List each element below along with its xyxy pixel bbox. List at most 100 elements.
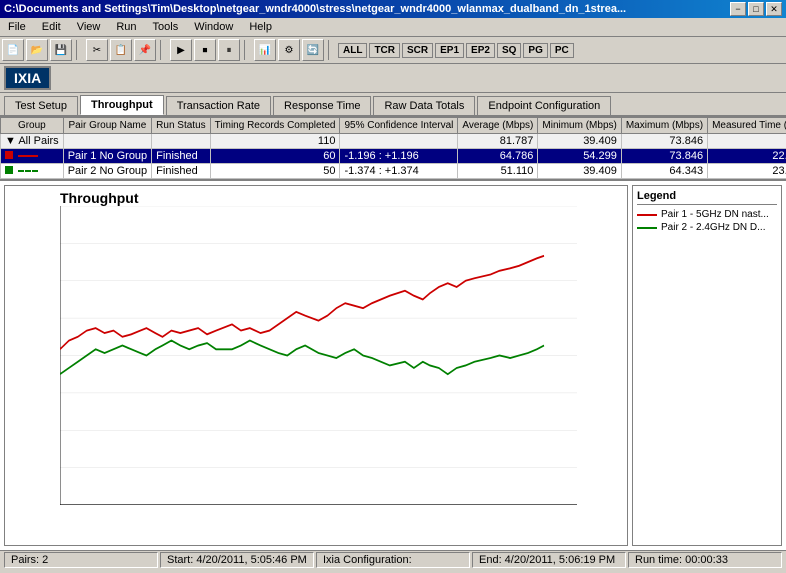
legend-item-pair1: Pair 1 - 5GHz DN nast...: [637, 209, 777, 220]
pair2-minimum: 39.409: [538, 164, 621, 179]
col-average: Average (Mbps): [458, 118, 538, 134]
allpairs-records: 110: [210, 134, 340, 149]
tab-endpoint-config[interactable]: Endpoint Configuration: [477, 96, 611, 115]
results-table: Group Pair Group Name Run Status Timing …: [0, 117, 786, 179]
tb-settings[interactable]: ⚙: [278, 39, 300, 61]
menu-file[interactable]: File: [4, 20, 30, 34]
tb-paste[interactable]: 📌: [134, 39, 156, 61]
toolbar-pg-label[interactable]: PG: [523, 43, 547, 58]
tb-cut[interactable]: ✂: [86, 39, 108, 61]
maximize-button[interactable]: □: [748, 2, 764, 16]
menu-tools[interactable]: Tools: [149, 20, 183, 34]
pair1-confidence: -1.196 : +1.196: [340, 149, 458, 164]
pair1-line: [60, 256, 544, 349]
expand-icon[interactable]: ▼: [5, 135, 16, 147]
tb-save[interactable]: 💾: [50, 39, 72, 61]
allpairs-pair-group: [63, 134, 151, 149]
status-pairs: Pairs: 2: [4, 552, 158, 568]
pair1-average: 64.786: [458, 149, 538, 164]
toolbar-tcr-label[interactable]: TCR: [369, 43, 400, 58]
tb-run[interactable]: ▶: [170, 39, 192, 61]
col-maximum: Maximum (Mbps): [621, 118, 707, 134]
toolbar-pc-label[interactable]: PC: [550, 43, 574, 58]
pair2-line: [60, 341, 544, 375]
pair1-minimum: 54.299: [538, 149, 621, 164]
menu-view[interactable]: View: [73, 20, 105, 34]
legend-panel: Legend Pair 1 - 5GHz DN nast... Pair 2 -…: [632, 185, 782, 546]
toolbar-scr-label[interactable]: SCR: [402, 43, 433, 58]
menu-window[interactable]: Window: [190, 20, 237, 34]
legend-line-pair1: [637, 214, 657, 216]
menu-help[interactable]: Help: [245, 20, 276, 34]
allpairs-measured: [708, 134, 786, 149]
legend-label-pair1: Pair 1 - 5GHz DN nast...: [661, 209, 769, 220]
toolbar-sq-label[interactable]: SQ: [497, 43, 521, 58]
chart-area: Throughput 77.700 70.000 60.000 5: [4, 185, 628, 546]
minimize-button[interactable]: −: [730, 2, 746, 16]
col-records: Timing Records Completed: [210, 118, 340, 134]
pair1-status: Finished: [152, 149, 210, 164]
close-button[interactable]: ✕: [766, 2, 782, 16]
status-run-time: Run time: 00:00:33: [628, 552, 782, 568]
table-row-pair2[interactable]: Pair 2 No Group Finished 50 -1.374 : +1.…: [1, 164, 786, 179]
chart-svg: 77.700 70.000 60.000 50.000 40.000 30.00…: [60, 206, 577, 505]
tab-transaction-rate[interactable]: Transaction Rate: [166, 96, 271, 115]
allpairs-group: ▼ All Pairs: [1, 134, 64, 149]
pair2-records: 50: [210, 164, 340, 179]
tab-test-setup[interactable]: Test Setup: [4, 96, 78, 115]
pair2-status: Finished: [152, 164, 210, 179]
window-title: C:\Documents and Settings\Tim\Desktop\ne…: [4, 3, 626, 15]
toolbar-separator-2: [160, 40, 166, 60]
chart-title: Throughput: [60, 190, 139, 206]
toolbar-separator-4: [328, 40, 334, 60]
pair2-measured: 23.479: [708, 164, 786, 179]
status-start: Start: 4/20/2011, 5:05:46 PM: [160, 552, 314, 568]
status-end: End: 4/20/2011, 5:06:19 PM: [472, 552, 626, 568]
pair1-group: [1, 149, 64, 164]
allpairs-maximum: 73.846: [621, 134, 707, 149]
tb-new[interactable]: 📄: [2, 39, 24, 61]
tab-raw-data[interactable]: Raw Data Totals: [373, 96, 475, 115]
col-group: Group: [1, 118, 64, 134]
allpairs-run-status: [152, 134, 210, 149]
status-ixia-config: Ixia Configuration:: [316, 552, 470, 568]
table-row-allpairs[interactable]: ▼ All Pairs 110 81.787 39.409 73.846: [1, 134, 786, 149]
title-bar: C:\Documents and Settings\Tim\Desktop\ne…: [0, 0, 786, 18]
table-row-pair1[interactable]: Pair 1 No Group Finished 60 -1.196 : +1.…: [1, 149, 786, 164]
tb-open[interactable]: 📂: [26, 39, 48, 61]
logo-area: IXIA: [0, 64, 786, 93]
status-bar: Pairs: 2 Start: 4/20/2011, 5:05:46 PM Ix…: [0, 550, 786, 569]
pair1-records: 60: [210, 149, 340, 164]
toolbar-all-label[interactable]: ALL: [338, 43, 367, 58]
tb-refresh[interactable]: 🔄: [302, 39, 324, 61]
menu-bar: File Edit View Run Tools Window Help: [0, 18, 786, 37]
pair2-confidence: -1.374 : +1.374: [340, 164, 458, 179]
chart-container: Throughput 77.700 70.000 60.000 5: [0, 181, 786, 550]
toolbar-ep2-label[interactable]: EP2: [466, 43, 495, 58]
pair1-measured: 22.227: [708, 149, 786, 164]
allpairs-average: 81.787: [458, 134, 538, 149]
legend-item-pair2: Pair 2 - 2.4GHz DN D...: [637, 222, 777, 233]
toolbar-ep1-label[interactable]: EP1: [435, 43, 464, 58]
col-measured-time: Measured Time (sec): [708, 118, 786, 134]
pair2-maximum: 64.343: [621, 164, 707, 179]
allpairs-minimum: 39.409: [538, 134, 621, 149]
tb-copy[interactable]: 📋: [110, 39, 132, 61]
tb-stop[interactable]: ⏹: [194, 39, 216, 61]
tab-response-time[interactable]: Response Time: [273, 96, 371, 115]
toolbar: 📄 📂 💾 ✂ 📋 📌 ▶ ⏹ ⏸ 📊 ⚙ 🔄 ALL TCR SCR EP1 …: [0, 37, 786, 64]
menu-edit[interactable]: Edit: [38, 20, 65, 34]
tb-chart[interactable]: 📊: [254, 39, 276, 61]
ixia-logo: IXIA: [4, 66, 51, 90]
pair1-maximum: 73.846: [621, 149, 707, 164]
allpairs-confidence: [340, 134, 458, 149]
tab-bar: Test Setup Throughput Transaction Rate R…: [0, 95, 786, 117]
menu-run[interactable]: Run: [112, 20, 140, 34]
tab-throughput[interactable]: Throughput: [80, 95, 164, 115]
col-run-status: Run Status: [152, 118, 210, 134]
tb-pause[interactable]: ⏸: [218, 39, 240, 61]
col-minimum: Minimum (Mbps): [538, 118, 621, 134]
allpairs-label: All Pairs: [18, 135, 58, 147]
pair2-average: 51.110: [458, 164, 538, 179]
toolbar-separator-1: [76, 40, 82, 60]
